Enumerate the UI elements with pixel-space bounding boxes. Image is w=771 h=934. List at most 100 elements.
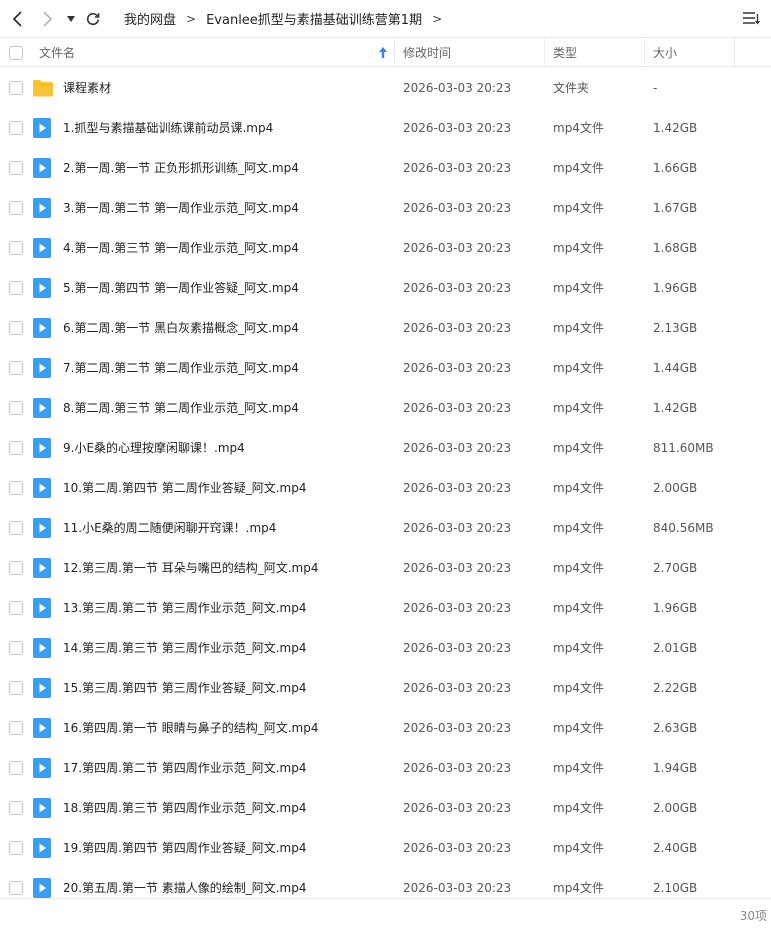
video-file-icon bbox=[33, 358, 53, 378]
row-checkbox[interactable] bbox=[9, 81, 23, 95]
file-row[interactable]: 12.第三周.第一节 耳朵与嘴巴的结构_阿文.mp4 2026-03-03 20:… bbox=[0, 548, 771, 588]
file-size: 2.63GB bbox=[653, 721, 698, 735]
row-checkbox[interactable] bbox=[9, 601, 23, 615]
column-divider[interactable] bbox=[544, 38, 545, 67]
column-divider[interactable] bbox=[394, 38, 395, 67]
list-view-icon bbox=[743, 12, 761, 25]
breadcrumb-root[interactable]: 我的网盘 bbox=[124, 9, 176, 28]
row-checkbox[interactable] bbox=[9, 161, 23, 175]
forward-button[interactable] bbox=[34, 0, 60, 37]
file-type: mp4文件 bbox=[553, 321, 604, 335]
file-row[interactable]: 3.第一周.第二节 第一周作业示范_阿文.mp4 2026-03-03 20:23… bbox=[0, 188, 771, 228]
column-divider[interactable] bbox=[734, 38, 735, 67]
modified-time: 2026-03-03 20:23 bbox=[403, 201, 512, 215]
row-checkbox[interactable] bbox=[9, 801, 23, 815]
file-row[interactable]: 19.第四周.第四节 第四周作业答疑_阿文.mp4 2026-03-03 20:2… bbox=[0, 828, 771, 868]
file-row[interactable]: 10.第二周.第四节 第二周作业答疑_阿文.mp4 2026-03-03 20:2… bbox=[0, 468, 771, 508]
breadcrumb-separator-icon: > bbox=[432, 11, 443, 26]
file-row[interactable]: 6.第二周.第一节 黑白灰素描概念_阿文.mp4 2026-03-03 20:23… bbox=[0, 308, 771, 348]
file-row[interactable]: 16.第四周.第一节 眼睛与鼻子的结构_阿文.mp4 2026-03-03 20:… bbox=[0, 708, 771, 748]
video-file-icon bbox=[33, 838, 53, 858]
file-row[interactable]: 7.第二周.第二节 第二周作业示范_阿文.mp4 2026-03-03 20:23… bbox=[0, 348, 771, 388]
file-size: 1.66GB bbox=[653, 161, 698, 175]
toolbar: 我的网盘 > Evanlee抓型与素描基础训练营第1期 > bbox=[0, 0, 771, 37]
file-type: mp4文件 bbox=[553, 161, 604, 175]
row-checkbox[interactable] bbox=[9, 881, 23, 895]
file-list-header: 文件名 修改时间 类型 大小 bbox=[0, 37, 771, 67]
video-file-icon bbox=[33, 278, 53, 298]
row-checkbox[interactable] bbox=[9, 121, 23, 135]
file-size: 1.42GB bbox=[653, 121, 698, 135]
chevron-right-icon bbox=[43, 10, 53, 27]
column-header-modified[interactable]: 修改时间 bbox=[403, 38, 543, 67]
column-header-type[interactable]: 类型 bbox=[553, 38, 643, 67]
row-checkbox[interactable] bbox=[9, 521, 23, 535]
modified-time: 2026-03-03 20:23 bbox=[403, 321, 512, 335]
video-file-icon bbox=[33, 878, 53, 898]
file-row[interactable]: 8.第二周.第三节 第二周作业示范_阿文.mp4 2026-03-03 20:23… bbox=[0, 388, 771, 428]
file-size: 2.70GB bbox=[653, 561, 698, 575]
file-name: 10.第二周.第四节 第二周作业答疑_阿文.mp4 bbox=[63, 481, 307, 495]
row-checkbox[interactable] bbox=[9, 761, 23, 775]
row-checkbox[interactable] bbox=[9, 481, 23, 495]
file-type: mp4文件 bbox=[553, 521, 604, 535]
row-checkbox[interactable] bbox=[9, 561, 23, 575]
column-divider[interactable] bbox=[644, 38, 645, 67]
row-checkbox[interactable] bbox=[9, 201, 23, 215]
file-name: 2.第一周.第一节 正负形抓形训练_阿文.mp4 bbox=[63, 161, 299, 175]
column-header-name[interactable]: 文件名 bbox=[39, 38, 394, 67]
breadcrumb-current-folder[interactable]: Evanlee抓型与素描基础训练营第1期 bbox=[206, 9, 422, 28]
file-row[interactable]: 9.小E桑的心理按摩闲聊课！.mp4 2026-03-03 20:23 mp4文件 8… bbox=[0, 428, 771, 468]
column-header-size[interactable]: 大小 bbox=[653, 38, 733, 67]
file-row[interactable]: 14.第三周.第三节 第三周作业示范_阿文.mp4 2026-03-03 20:2… bbox=[0, 628, 771, 668]
modified-time: 2026-03-03 20:23 bbox=[403, 361, 512, 375]
history-dropdown-button[interactable] bbox=[62, 0, 80, 37]
file-row[interactable]: 17.第四周.第二节 第四周作业示范_阿文.mp4 2026-03-03 20:2… bbox=[0, 748, 771, 788]
file-row[interactable]: 4.第一周.第三节 第一周作业示范_阿文.mp4 2026-03-03 20:23… bbox=[0, 228, 771, 268]
file-name: 15.第三周.第四节 第三周作业答疑_阿文.mp4 bbox=[63, 681, 307, 695]
row-checkbox[interactable] bbox=[9, 721, 23, 735]
row-checkbox[interactable] bbox=[9, 841, 23, 855]
row-checkbox[interactable] bbox=[9, 281, 23, 295]
file-row[interactable]: 11.小E桑的周二随便闲聊开窍课！.mp4 2026-03-03 20:23 mp4… bbox=[0, 508, 771, 548]
file-row[interactable]: 1.抓型与素描基础训练课前动员课.mp4 2026-03-03 20:23 mp4文… bbox=[0, 108, 771, 148]
file-size: 811.60MB bbox=[653, 441, 714, 455]
file-name: 19.第四周.第四节 第四周作业答疑_阿文.mp4 bbox=[63, 841, 307, 855]
view-mode-button[interactable] bbox=[741, 7, 763, 29]
video-file-icon bbox=[33, 638, 53, 658]
status-bar: 30项 bbox=[0, 898, 771, 934]
file-name: 18.第四周.第三节 第四周作业示范_阿文.mp4 bbox=[63, 801, 307, 815]
select-all-checkbox[interactable] bbox=[9, 46, 23, 60]
folder-row[interactable]: 课程素材 2026-03-03 20:23 文件夹 - bbox=[0, 68, 771, 108]
row-checkbox[interactable] bbox=[9, 401, 23, 415]
file-row[interactable]: 2.第一周.第一节 正负形抓形训练_阿文.mp4 2026-03-03 20:23… bbox=[0, 148, 771, 188]
file-size: 2.22GB bbox=[653, 681, 698, 695]
file-row[interactable]: 18.第四周.第三节 第四周作业示范_阿文.mp4 2026-03-03 20:2… bbox=[0, 788, 771, 828]
file-row[interactable]: 13.第三周.第二节 第三周作业示范_阿文.mp4 2026-03-03 20:2… bbox=[0, 588, 771, 628]
modified-time: 2026-03-03 20:23 bbox=[403, 281, 512, 295]
file-type: mp4文件 bbox=[553, 281, 604, 295]
file-name: 7.第二周.第二节 第二周作业示范_阿文.mp4 bbox=[63, 361, 299, 375]
file-row[interactable]: 5.第一周.第四节 第一周作业答疑_阿文.mp4 2026-03-03 20:23… bbox=[0, 268, 771, 308]
row-checkbox[interactable] bbox=[9, 321, 23, 335]
modified-time: 2026-03-03 20:23 bbox=[403, 721, 512, 735]
row-checkbox[interactable] bbox=[9, 361, 23, 375]
modified-time: 2026-03-03 20:23 bbox=[403, 521, 512, 535]
row-checkbox[interactable] bbox=[9, 241, 23, 255]
sort-ascending-icon bbox=[379, 47, 387, 58]
file-name: 9.小E桑的心理按摩闲聊课！.mp4 bbox=[63, 441, 245, 455]
row-checkbox[interactable] bbox=[9, 641, 23, 655]
modified-time: 2026-03-03 20:23 bbox=[403, 161, 512, 175]
row-checkbox[interactable] bbox=[9, 441, 23, 455]
file-name: 4.第一周.第三节 第一周作业示范_阿文.mp4 bbox=[63, 241, 299, 255]
file-size: 1.96GB bbox=[653, 601, 698, 615]
video-file-icon bbox=[33, 478, 53, 498]
file-type: mp4文件 bbox=[553, 681, 604, 695]
file-row[interactable]: 20.第五周.第一节 素描人像的绘制_阿文.mp4 2026-03-03 20:2… bbox=[0, 868, 771, 898]
video-file-icon bbox=[33, 438, 53, 458]
row-checkbox[interactable] bbox=[9, 681, 23, 695]
file-row[interactable]: 15.第三周.第四节 第三周作业答疑_阿文.mp4 2026-03-03 20:2… bbox=[0, 668, 771, 708]
back-button[interactable] bbox=[5, 0, 31, 37]
refresh-button[interactable] bbox=[82, 0, 104, 37]
file-name: 课程素材 bbox=[63, 81, 112, 95]
